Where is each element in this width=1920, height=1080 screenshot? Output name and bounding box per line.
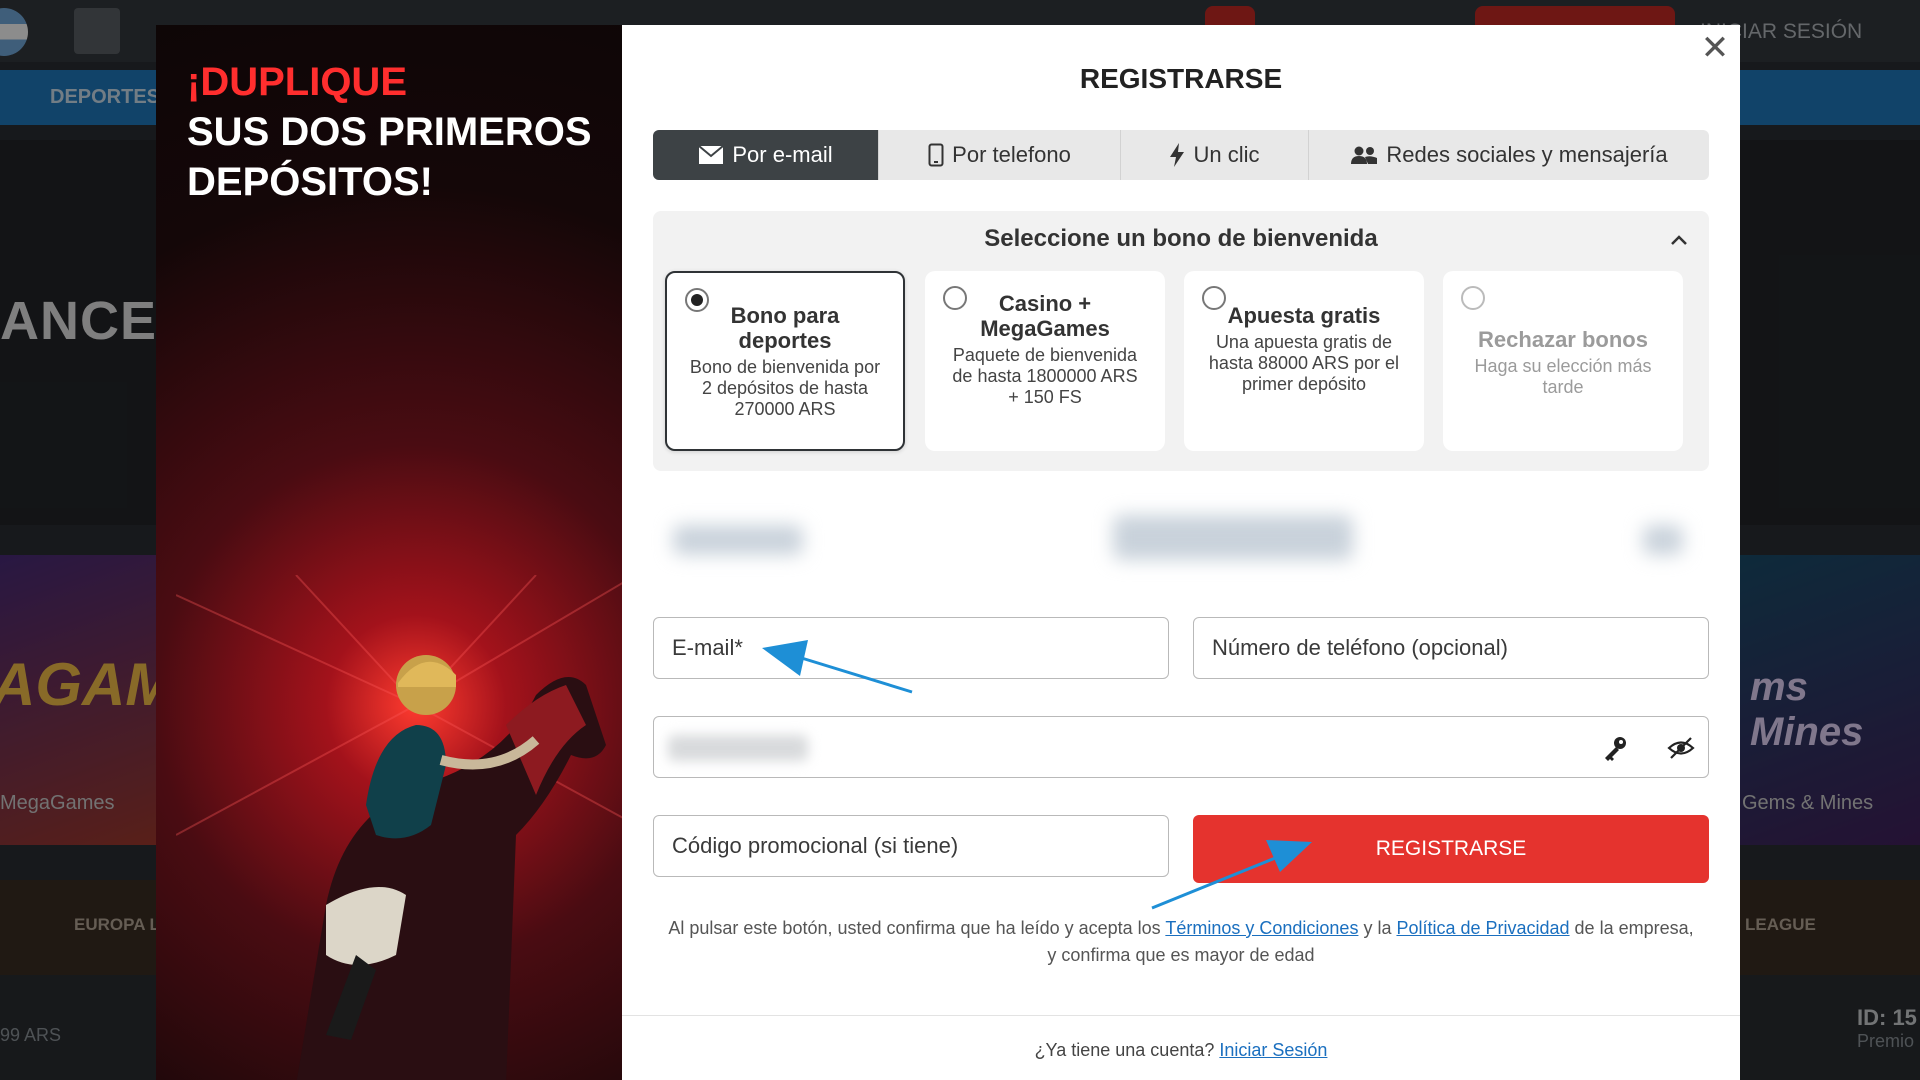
welcome-bonus-section: Seleccione un bono de bienvenida Bono pa… (653, 211, 1709, 471)
password-value-blurred (668, 735, 808, 761)
radio-icon[interactable] (1461, 286, 1485, 310)
radio-icon[interactable] (1202, 286, 1226, 310)
users-icon (1351, 146, 1378, 164)
chevron-up-icon[interactable] (1667, 229, 1691, 253)
promo-code-input[interactable] (672, 833, 1168, 859)
bonus-desc: Bono de bienvenida por 2 depósitos de ha… (689, 357, 881, 419)
bonus-option-decline[interactable]: Rechazar bonos Haga su elección más tard… (1443, 271, 1683, 451)
envelope-icon (698, 145, 725, 164)
email-input[interactable] (672, 635, 1168, 661)
password-field[interactable] (653, 716, 1709, 778)
tab-phone[interactable]: Por telefono (879, 130, 1121, 180)
promo-panel: ¡DUPLIQUE SUS DOS PRIMEROS DEPÓSITOS! (156, 25, 622, 1080)
promo-line-1: ¡DUPLIQUE (187, 60, 407, 104)
key-icon[interactable] (1601, 734, 1629, 762)
close-icon[interactable]: ✕ (1700, 31, 1730, 65)
bonus-option-casino[interactable]: Casino + MegaGames Paquete de bienvenida… (925, 271, 1165, 451)
terms-suffix: de la empresa, (1569, 918, 1694, 938)
terms-link[interactable]: Términos y Condiciones (1165, 918, 1358, 938)
radio-selected-icon[interactable] (685, 288, 709, 312)
terms-prefix: Al pulsar este botón, usted confirma que… (668, 918, 1166, 938)
registration-form: ✕ REGISTRARSE Por e-mail Por telefono Un… (622, 25, 1740, 1080)
tab-label: Por e-mail (732, 142, 833, 167)
bonus-desc: Paquete de bienvenida de hasta 1800000 A… (952, 345, 1138, 407)
blurred-field-row (653, 495, 1709, 585)
divider (622, 1015, 1740, 1016)
tab-one-click[interactable]: Un clic (1121, 130, 1309, 180)
bonus-heading: Seleccione un bono de bienvenida (984, 225, 1378, 252)
bonus-title: Rechazar bonos (1478, 327, 1648, 352)
phone-input[interactable] (1212, 635, 1708, 661)
login-prompt: ¿Ya tiene una cuenta? Iniciar Sesión (622, 1040, 1740, 1061)
terms-notice: Al pulsar este botón, usted confirma que… (622, 915, 1740, 969)
bonus-desc: Una apuesta gratis de hasta 88000 ARS po… (1208, 332, 1400, 394)
lightning-icon (1170, 143, 1185, 167)
bonus-option-sports[interactable]: Bono para deportes Bono de bienvenida po… (665, 271, 905, 451)
login-prompt-text: ¿Ya tiene una cuenta? (1034, 1040, 1220, 1060)
registration-method-tabs: Por e-mail Por telefono Un clic Redes so… (653, 130, 1709, 180)
eye-slash-icon[interactable] (1667, 734, 1695, 762)
bonus-desc: Haga su elección más tarde (1474, 356, 1652, 397)
tab-label: Redes sociales y mensajería (1386, 142, 1668, 167)
registration-modal: ¡DUPLIQUE SUS DOS PRIMEROS DEPÓSITOS! ✕ … (156, 25, 1740, 1080)
form-title: REGISTRARSE (1079, 63, 1283, 94)
tab-social[interactable]: Redes sociales y mensajería (1309, 130, 1709, 180)
bonus-option-free-bet[interactable]: Apuesta gratis Una apuesta gratis de has… (1184, 271, 1424, 451)
privacy-link[interactable]: Política de Privacidad (1396, 918, 1569, 938)
promo-code-field[interactable] (653, 815, 1169, 877)
promo-headline: ¡DUPLIQUE SUS DOS PRIMEROS DEPÓSITOS! (187, 57, 592, 207)
terms-line-2: y confirma que es mayor de edad (1047, 945, 1315, 965)
phone-field[interactable] (1193, 617, 1709, 679)
register-button[interactable]: REGISTRARSE (1193, 815, 1709, 883)
tab-email[interactable]: Por e-mail (653, 130, 879, 180)
jockey-horse-illustration (176, 575, 622, 1080)
terms-middle: y la (1358, 918, 1397, 938)
promo-line-3: DEPÓSITOS! (187, 160, 433, 204)
tab-label: Un clic (1193, 142, 1260, 167)
radio-icon[interactable] (943, 286, 967, 310)
phone-icon (928, 143, 944, 167)
email-field[interactable] (653, 617, 1169, 679)
login-link[interactable]: Iniciar Sesión (1219, 1040, 1327, 1060)
promo-line-2: SUS DOS PRIMEROS (187, 110, 592, 154)
tab-label: Por telefono (952, 142, 1071, 167)
